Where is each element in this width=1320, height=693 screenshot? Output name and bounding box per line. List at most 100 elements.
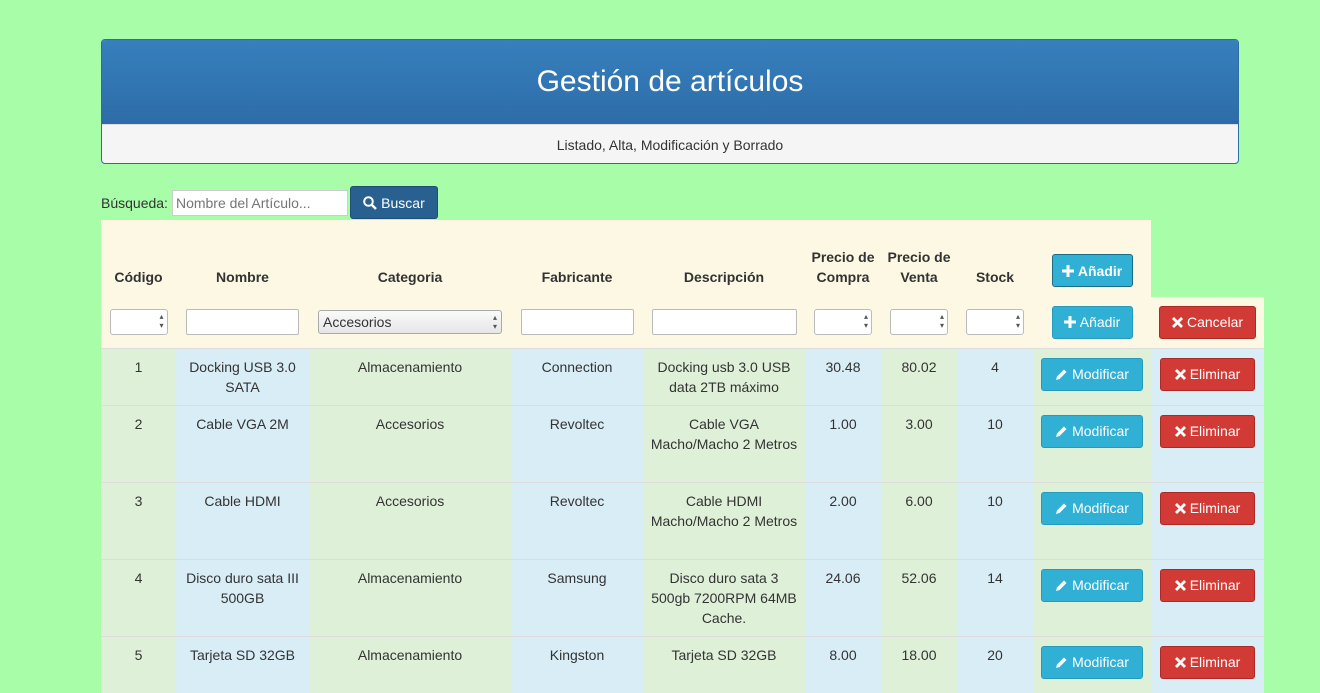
cell-compra: 24.06	[805, 558, 881, 636]
articles-table: Código Nombre Categoria Fabricante Descr…	[101, 220, 1264, 693]
pencil-icon	[1056, 369, 1067, 380]
modify-button[interactable]: Modificar	[1041, 357, 1143, 391]
header-add-button[interactable]: Añadir	[1051, 254, 1133, 287]
table-header-row: Código Nombre Categoria Fabricante Descr…	[101, 220, 1264, 297]
plus-icon	[1063, 316, 1076, 329]
cell-codigo: 2	[101, 404, 176, 482]
cell-venta: 52.06	[881, 558, 957, 636]
delete-label: Eliminar	[1189, 654, 1241, 670]
cell-delete: Eliminar	[1151, 635, 1264, 693]
column-header-codigo: Código	[114, 269, 163, 285]
modify-label: Modificar	[1072, 423, 1129, 439]
cell-fabricante: Revoltec	[511, 481, 643, 559]
cell-stock: 10	[957, 404, 1033, 482]
new-add-button[interactable]: Añadir	[1051, 305, 1133, 339]
cell-stock: 10	[957, 481, 1033, 559]
modify-button[interactable]: Modificar	[1041, 645, 1143, 679]
cell-codigo: 1	[101, 347, 176, 405]
delete-button[interactable]: Eliminar	[1160, 568, 1255, 602]
select-arrows-icon: ▴ ▾	[492, 313, 497, 332]
cell-modify: Modificar	[1033, 481, 1151, 559]
column-header-actions: Añadir	[1033, 220, 1151, 297]
search-input[interactable]	[171, 189, 348, 216]
modify-button[interactable]: Modificar	[1041, 414, 1143, 448]
cell-codigo: 3	[101, 481, 176, 559]
modify-label: Modificar	[1072, 366, 1129, 382]
cancel-button[interactable]: Cancelar	[1159, 305, 1256, 339]
cell-descripcion: Docking usb 3.0 USB data 2TB máximo	[643, 347, 805, 405]
header-panel: Gestión de artículos Listado, Alta, Modi…	[101, 39, 1239, 164]
cell-compra: 8.00	[805, 635, 881, 693]
delete-label: Eliminar	[1189, 577, 1241, 593]
cell-compra: 1.00	[805, 404, 881, 482]
cell-nombre: Disco duro sata III 500GB	[176, 558, 309, 636]
delete-button[interactable]: Eliminar	[1160, 491, 1255, 525]
fabricante-input[interactable]	[520, 309, 634, 336]
modify-button[interactable]: Modificar	[1041, 491, 1143, 525]
modify-button[interactable]: Modificar	[1041, 568, 1143, 602]
cell-fabricante: Connection	[511, 347, 643, 405]
cell-categoria: Almacenamiento	[309, 347, 511, 405]
delete-button[interactable]: Eliminar	[1160, 414, 1255, 448]
cell-descripcion: Cable VGA Macho/Macho 2 Metros	[643, 404, 805, 482]
pencil-icon	[1056, 657, 1067, 668]
search-button-label: Buscar	[381, 194, 425, 211]
nombre-input[interactable]	[186, 309, 299, 336]
cell-modify: Modificar	[1033, 404, 1151, 482]
delete-button[interactable]: Eliminar	[1160, 645, 1255, 679]
column-header-categoria: Categoria	[377, 269, 443, 285]
search-button[interactable]: Buscar	[349, 186, 438, 219]
cell-nombre: Cable HDMI	[176, 481, 309, 559]
pencil-icon	[1056, 426, 1067, 437]
table-row: 4 Disco duro sata III 500GB Almacenamiento…	[101, 558, 1264, 636]
cell-categoria: Almacenamiento	[309, 635, 511, 693]
column-header-precio-compra: Precio de Compra	[811, 249, 875, 285]
categoria-select[interactable]: Accesorios ▴ ▾	[318, 310, 502, 335]
page-subtitle: Listado, Alta, Modificación y Borrado	[102, 124, 1238, 163]
new-add-label: Añadir	[1079, 314, 1121, 331]
stock-input[interactable]	[966, 309, 1024, 336]
search-bar: Búsqueda: Buscar	[101, 186, 438, 219]
cell-descripcion: Disco duro sata 3 500gb 7200RPM 64MB Cac…	[643, 558, 805, 636]
precio-compra-input[interactable]	[814, 309, 872, 336]
cell-fabricante: Kingston	[511, 635, 643, 693]
column-header-precio-venta: Precio de Venta	[887, 249, 951, 285]
modify-label: Modificar	[1072, 577, 1129, 593]
cell-compra: 30.48	[805, 347, 881, 405]
delete-label: Eliminar	[1189, 500, 1241, 516]
column-header-nombre: Nombre	[216, 269, 269, 285]
search-icon	[363, 195, 378, 210]
table-row: 1 Docking USB 3.0 SATA Almacenamiento Conne…	[101, 347, 1264, 405]
cell-venta: 18.00	[881, 635, 957, 693]
cell-descripcion: Cable HDMI Macho/Macho 2 Metros	[643, 481, 805, 559]
codigo-number-input[interactable]	[109, 309, 168, 336]
cell-venta: 80.02	[881, 347, 957, 405]
cell-delete: Eliminar	[1151, 558, 1264, 636]
cell-stock: 20	[957, 635, 1033, 693]
close-icon	[1171, 316, 1183, 328]
cell-categoria: Almacenamiento	[309, 558, 511, 636]
close-icon	[1174, 502, 1186, 514]
cell-nombre: Docking USB 3.0 SATA	[176, 347, 309, 405]
cell-stock: 4	[957, 347, 1033, 405]
cell-venta: 3.00	[881, 404, 957, 482]
precio-venta-input[interactable]	[890, 309, 948, 336]
categoria-select-value: Accesorios	[323, 314, 392, 331]
modify-label: Modificar	[1072, 500, 1129, 516]
column-header-stock: Stock	[975, 269, 1015, 285]
close-icon	[1174, 579, 1186, 591]
close-icon	[1174, 656, 1186, 668]
delete-button[interactable]: Eliminar	[1160, 357, 1255, 391]
descripcion-input[interactable]	[651, 309, 797, 336]
cell-fabricante: Samsung	[511, 558, 643, 636]
cell-nombre: Cable VGA 2M	[176, 404, 309, 482]
close-icon	[1174, 425, 1186, 437]
pencil-icon	[1056, 503, 1067, 514]
pencil-icon	[1056, 580, 1067, 591]
column-header-blank	[1151, 220, 1264, 297]
cell-venta: 6.00	[881, 481, 957, 559]
search-label: Búsqueda:	[101, 194, 168, 211]
cell-delete: Eliminar	[1151, 404, 1264, 482]
cell-nombre: Tarjeta SD 32GB	[176, 635, 309, 693]
cell-categoria: Accesorios	[309, 481, 511, 559]
